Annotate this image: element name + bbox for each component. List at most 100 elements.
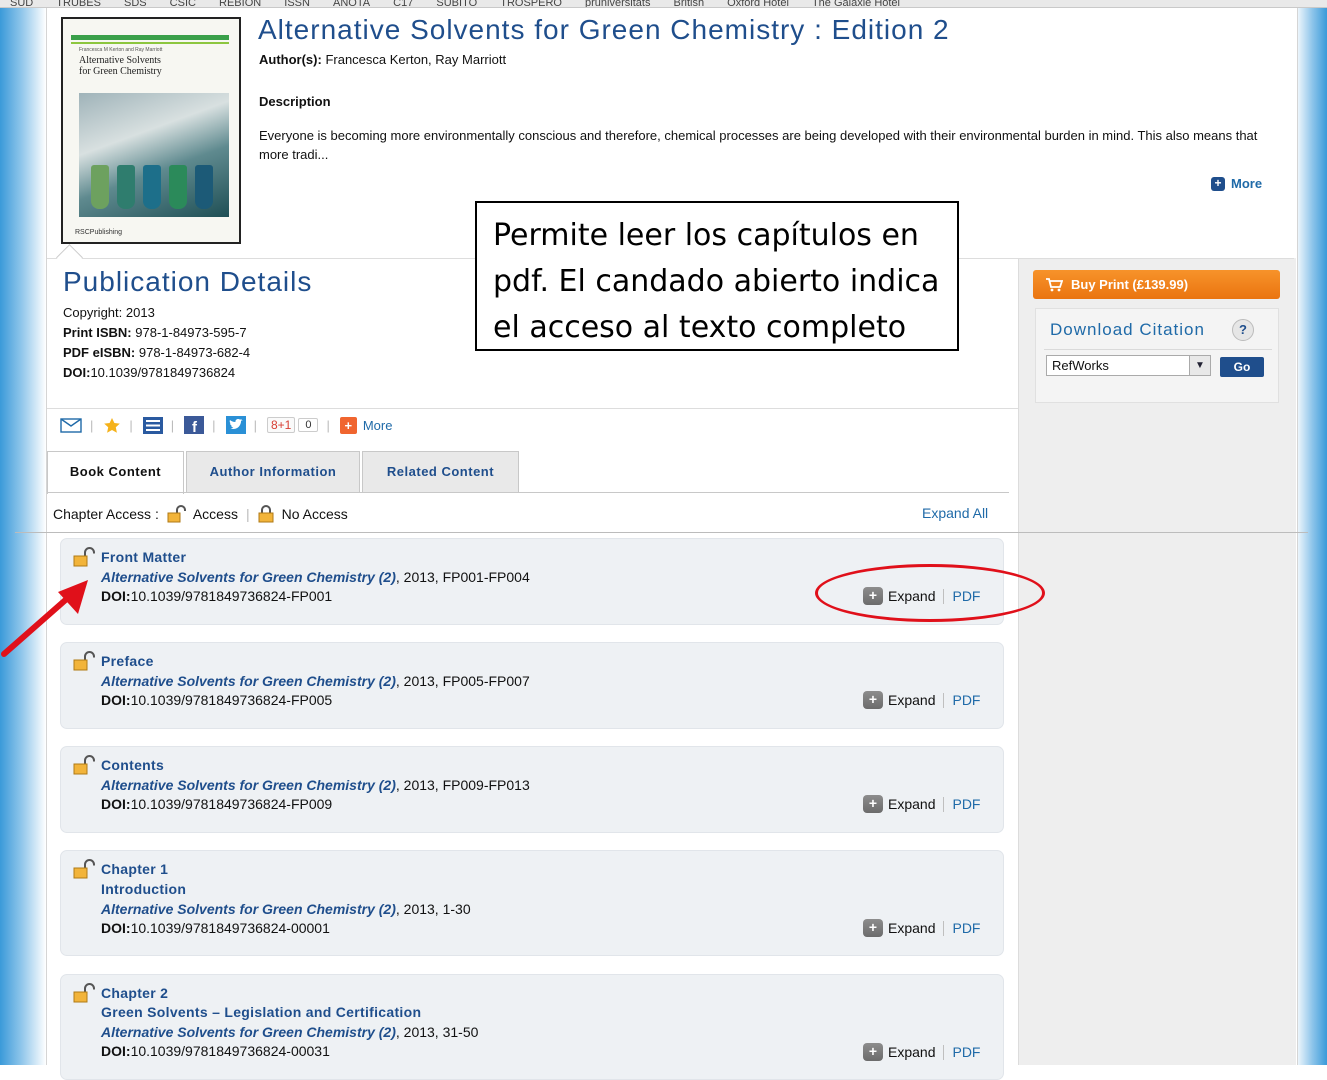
expand-button[interactable]: Expand (888, 1044, 935, 1060)
download-citation-panel: Download Citation ? RefWorks ▼ Go (1035, 308, 1279, 403)
google-plus-count: 0 (298, 418, 319, 432)
cover-band (71, 35, 229, 40)
separator: | (326, 417, 330, 433)
tab-author-information[interactable]: Author Information (186, 451, 360, 492)
chevron-down-icon[interactable]: ▼ (1189, 356, 1210, 375)
pdf-link[interactable]: PDF (952, 796, 980, 812)
separator: | (212, 417, 216, 433)
chapter-subtitle-link[interactable]: Green Solvents – Legislation and Certifi… (101, 1004, 421, 1020)
help-icon[interactable]: ? (1232, 319, 1254, 341)
source-title-link[interactable]: Alternative Solvents for Green Chemistry… (101, 569, 396, 585)
tab-related-content[interactable]: Related Content (362, 451, 519, 492)
chapter-access-legend: Chapter Access : Access | No Access (53, 505, 348, 523)
bookmark-item[interactable]: TRUBES (56, 0, 101, 7)
chapter-actions: + Expand PDF (863, 1043, 980, 1061)
bookmark-item[interactable]: The Galaxie Hotel (812, 0, 900, 7)
pdf-link[interactable]: PDF (952, 692, 980, 708)
mail-icon[interactable] (60, 417, 82, 433)
chapter-title-link[interactable]: Preface (101, 653, 154, 669)
authors-label: Author(s): (259, 52, 322, 67)
bookmark-item[interactable]: REBION (219, 0, 261, 7)
bookmark-item[interactable]: C17 (393, 0, 413, 7)
chapter-title-link[interactable]: Chapter 2 (101, 985, 168, 1001)
source-details: , 2013, 1-30 (395, 901, 471, 917)
divider (1044, 349, 1272, 350)
chapter-title-link[interactable]: Chapter 1 (101, 861, 168, 877)
expand-button[interactable]: Expand (888, 692, 935, 708)
open-lock-icon (73, 859, 95, 879)
citation-format-select[interactable]: RefWorks ▼ (1046, 355, 1211, 376)
bookmark-item[interactable]: SUBITO (436, 0, 477, 7)
source-title-link[interactable]: Alternative Solvents for Green Chemistry… (101, 673, 396, 689)
publication-details-heading: Publication Details (63, 266, 313, 297)
list-icon[interactable] (142, 416, 163, 434)
description-more-link[interactable]: + More (1211, 176, 1262, 191)
bookmark-item[interactable]: ISSN (284, 0, 310, 7)
doi-label: DOI: (101, 920, 131, 936)
share-more-button[interactable]: + More (339, 416, 392, 434)
doi-value: 10.1039/9781849736824-FP005 (130, 692, 333, 708)
expand-plus-icon[interactable]: + (863, 919, 883, 937)
twitter-icon[interactable] (225, 416, 246, 434)
bookmark-item[interactable]: CSIC (170, 0, 196, 7)
source-title-link[interactable]: Alternative Solvents for Green Chemistry… (101, 901, 396, 917)
cover-band (71, 42, 229, 44)
pdf-isbn-label: PDF eISBN: (63, 345, 136, 360)
bookmark-item[interactable]: pruniversitats (585, 0, 650, 7)
plus-icon: + (1211, 176, 1225, 191)
share-toolbar: | | | f | | 8+1 0 | + More (60, 416, 392, 434)
source-title-link[interactable]: Alternative Solvents for Green Chemistry… (101, 777, 396, 793)
expand-plus-icon[interactable]: + (863, 691, 883, 709)
bookmark-item[interactable]: British (674, 0, 705, 7)
doi-label: DOI: (101, 588, 131, 604)
bookmark-item[interactable]: TROSPERO (500, 0, 562, 7)
expand-plus-icon[interactable]: + (863, 795, 883, 813)
chapter-access-label: Chapter Access : (53, 506, 159, 522)
bookmark-item[interactable]: SUD (10, 0, 33, 7)
red-arrow-icon (1, 580, 88, 657)
chapter-subtitle-link[interactable]: Introduction (101, 881, 186, 897)
more-label: More (1231, 176, 1263, 191)
cart-icon (1046, 277, 1063, 291)
add-icon: + (339, 416, 357, 434)
cover-authors: Francesca M Kerton and Ray Marriott (79, 47, 163, 53)
expand-button[interactable]: Expand (888, 796, 935, 812)
tab-underline (47, 492, 1009, 493)
google-plus-button[interactable]: 8+1 0 (266, 417, 319, 433)
chapter-title-link[interactable]: Contents (101, 757, 164, 773)
divider (47, 408, 1018, 409)
open-lock-icon (73, 983, 95, 1003)
tab-book-content[interactable]: Book Content (47, 451, 184, 494)
expand-all-link[interactable]: Expand All (922, 505, 988, 521)
doi-value: 10.1039/9781849736824-00001 (130, 920, 330, 936)
flask-shape (143, 165, 161, 209)
closed-lock-icon (258, 505, 274, 523)
doi-value: 10.1039/9781849736824-FP009 (130, 796, 333, 812)
source-title-link[interactable]: Alternative Solvents for Green Chemistry… (101, 1024, 396, 1040)
flask-shape (169, 165, 187, 209)
facebook-icon[interactable]: f (184, 416, 205, 434)
separator: | (170, 417, 175, 433)
book-cover-image[interactable]: Francesca M Kerton and Ray Marriott Alte… (61, 17, 241, 244)
bookmark-item[interactable]: SDS (124, 0, 147, 7)
expand-plus-icon[interactable]: + (863, 1043, 883, 1061)
pdf-link[interactable]: PDF (952, 920, 980, 936)
pdf-isbn-line: PDF eISBN: 978-1-84973-682-4 (63, 345, 250, 360)
chapter-source: Alternative Solvents for Green Chemistry… (101, 673, 530, 689)
bookmark-item[interactable]: ANOTA (333, 0, 370, 7)
open-lock-icon (73, 547, 95, 567)
expand-button[interactable]: Expand (888, 920, 935, 936)
chapter-title-link[interactable]: Front Matter (101, 549, 186, 565)
go-button[interactable]: Go (1220, 357, 1264, 377)
bookmark-item[interactable]: Oxford Hotel (727, 0, 789, 7)
star-icon[interactable] (103, 417, 121, 434)
separator (943, 692, 945, 708)
doi-label: DOI: (101, 1043, 131, 1059)
flask-shape (195, 165, 213, 209)
download-citation-heading: Download Citation (1050, 320, 1205, 339)
cover-title: Alternative Solvents for Green Chemistry (79, 55, 162, 77)
pdf-link[interactable]: PDF (952, 1044, 980, 1060)
buy-print-button[interactable]: Buy Print (£139.99) (1033, 270, 1280, 299)
source-details: , 2013, 31-50 (395, 1024, 479, 1040)
separator: | (129, 417, 133, 433)
